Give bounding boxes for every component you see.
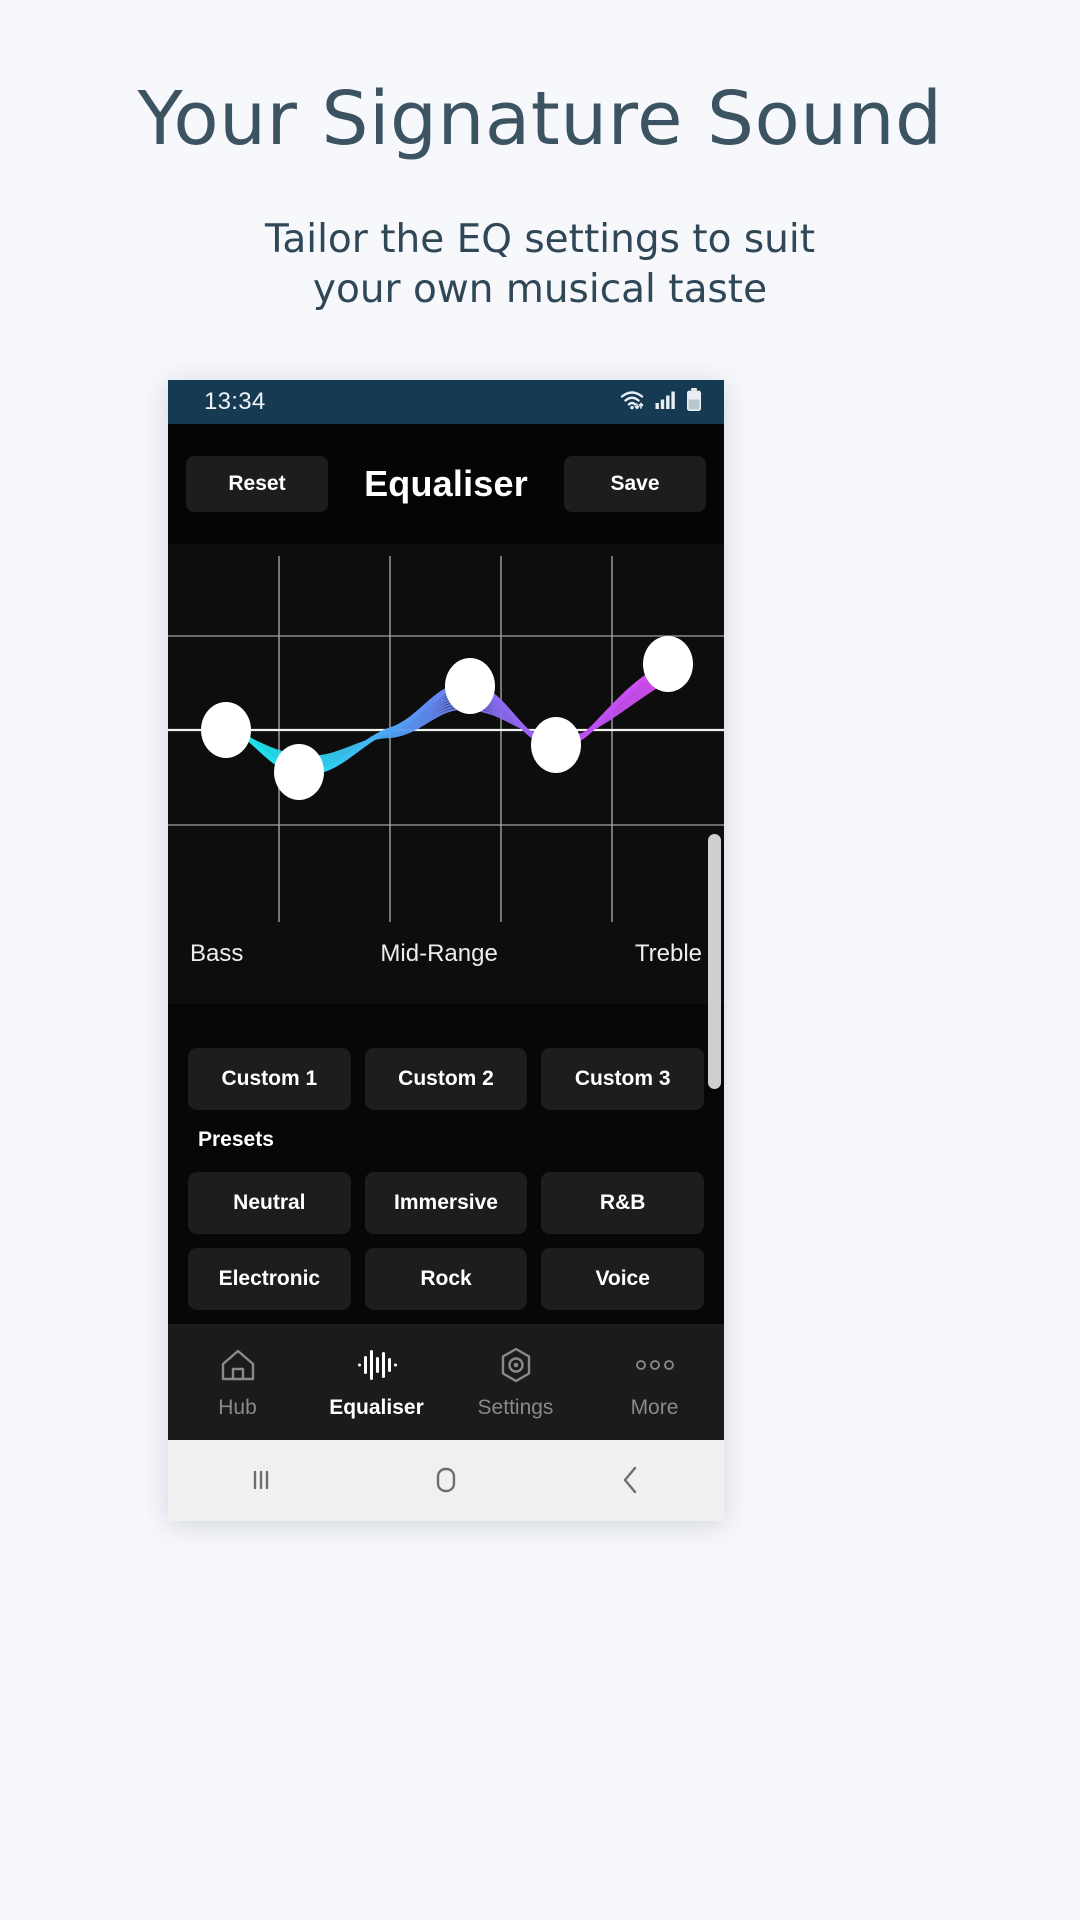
eq-scrollbar-thumb[interactable] bbox=[708, 834, 721, 1089]
recents-icon[interactable] bbox=[168, 1464, 353, 1496]
preset-neutral-button[interactable]: Neutral bbox=[188, 1172, 351, 1234]
eq-handle-low-mid[interactable] bbox=[274, 744, 324, 800]
preset-row-1: Neutral Immersive R&B bbox=[188, 1172, 705, 1234]
eq-label-bass: Bass bbox=[190, 940, 244, 967]
android-system-nav bbox=[168, 1438, 724, 1521]
page-title: Your Signature Sound bbox=[137, 76, 943, 162]
equaliser-panel: Bass Mid-Range Treble bbox=[168, 544, 724, 1089]
hexagon-gear-icon bbox=[497, 1345, 535, 1385]
presets-section: Custom 1 Custom 2 Custom 3 Presets Neutr… bbox=[168, 1004, 724, 1324]
cellular-signal-icon bbox=[655, 390, 677, 415]
eq-handle-upper-mid[interactable] bbox=[531, 717, 581, 773]
custom-preset-row: Custom 1 Custom 2 Custom 3 bbox=[188, 1048, 705, 1110]
eq-handle-treble[interactable] bbox=[643, 636, 693, 692]
phone-mockup: 13:34 Reset Equaliser Save Bass Mid-Rang… bbox=[168, 380, 724, 1521]
nav-label-hub: Hub bbox=[218, 1395, 257, 1419]
eq-curve-chart[interactable] bbox=[168, 544, 724, 922]
custom-preset-2-button[interactable]: Custom 2 bbox=[364, 1048, 528, 1110]
nav-item-settings[interactable]: Settings bbox=[446, 1345, 585, 1420]
status-bar: 13:34 bbox=[168, 380, 724, 424]
status-time: 13:34 bbox=[204, 388, 266, 415]
page-subtitle-line1: Tailor the EQ settings to suit bbox=[265, 216, 815, 262]
home-square-icon[interactable] bbox=[353, 1463, 538, 1497]
ellipsis-icon bbox=[634, 1345, 676, 1385]
promo-header: Your Signature Sound Tailor the EQ setti… bbox=[0, 0, 1080, 315]
nav-label-more: More bbox=[630, 1395, 679, 1419]
status-icons bbox=[620, 387, 702, 417]
nav-item-equaliser[interactable]: Equaliser bbox=[307, 1345, 446, 1420]
eq-label-treble: Treble bbox=[634, 940, 702, 967]
nav-label-settings: Settings bbox=[477, 1395, 554, 1419]
page-subtitle-line2: your own musical taste bbox=[312, 266, 768, 312]
app-screen: Reset Equaliser Save Bass Mid-Range Treb… bbox=[168, 424, 724, 1440]
nav-label-equaliser: Equaliser bbox=[329, 1395, 424, 1419]
page-subtitle: Tailor the EQ settings to suit your own … bbox=[0, 215, 1080, 315]
screen-title: Equaliser bbox=[364, 463, 528, 504]
reset-button[interactable]: Reset bbox=[186, 456, 328, 512]
wifi-icon bbox=[620, 389, 646, 416]
preset-electronic-button[interactable]: Electronic bbox=[188, 1248, 351, 1310]
presets-section-label: Presets bbox=[198, 1128, 274, 1151]
save-button[interactable]: Save bbox=[564, 456, 706, 512]
custom-preset-3-button[interactable]: Custom 3 bbox=[541, 1048, 705, 1110]
home-icon bbox=[219, 1345, 257, 1385]
bottom-navigation: Hub Equaliser Settings More bbox=[168, 1324, 724, 1440]
preset-immersive-button[interactable]: Immersive bbox=[364, 1172, 528, 1234]
eq-frequency-labels: Bass Mid-Range Treble bbox=[168, 922, 724, 1004]
custom-preset-1-button[interactable]: Custom 1 bbox=[188, 1048, 351, 1110]
battery-icon bbox=[686, 387, 702, 417]
preset-voice-button[interactable]: Voice bbox=[541, 1248, 705, 1310]
nav-item-hub[interactable]: Hub bbox=[168, 1345, 307, 1420]
back-chevron-icon[interactable] bbox=[539, 1463, 724, 1497]
chart-background bbox=[168, 544, 724, 922]
preset-row-2: Electronic Rock Voice bbox=[188, 1248, 705, 1310]
eq-label-mid-range: Mid-Range bbox=[380, 940, 498, 967]
preset-rock-button[interactable]: Rock bbox=[364, 1248, 528, 1310]
app-top-bar: Reset Equaliser Save bbox=[168, 424, 724, 544]
eq-handle-bass[interactable] bbox=[201, 702, 251, 758]
eq-handle-mid[interactable] bbox=[445, 658, 495, 714]
nav-item-more[interactable]: More bbox=[585, 1345, 724, 1420]
preset-rnb-button[interactable]: R&B bbox=[541, 1172, 705, 1234]
waveform-icon bbox=[356, 1345, 398, 1385]
